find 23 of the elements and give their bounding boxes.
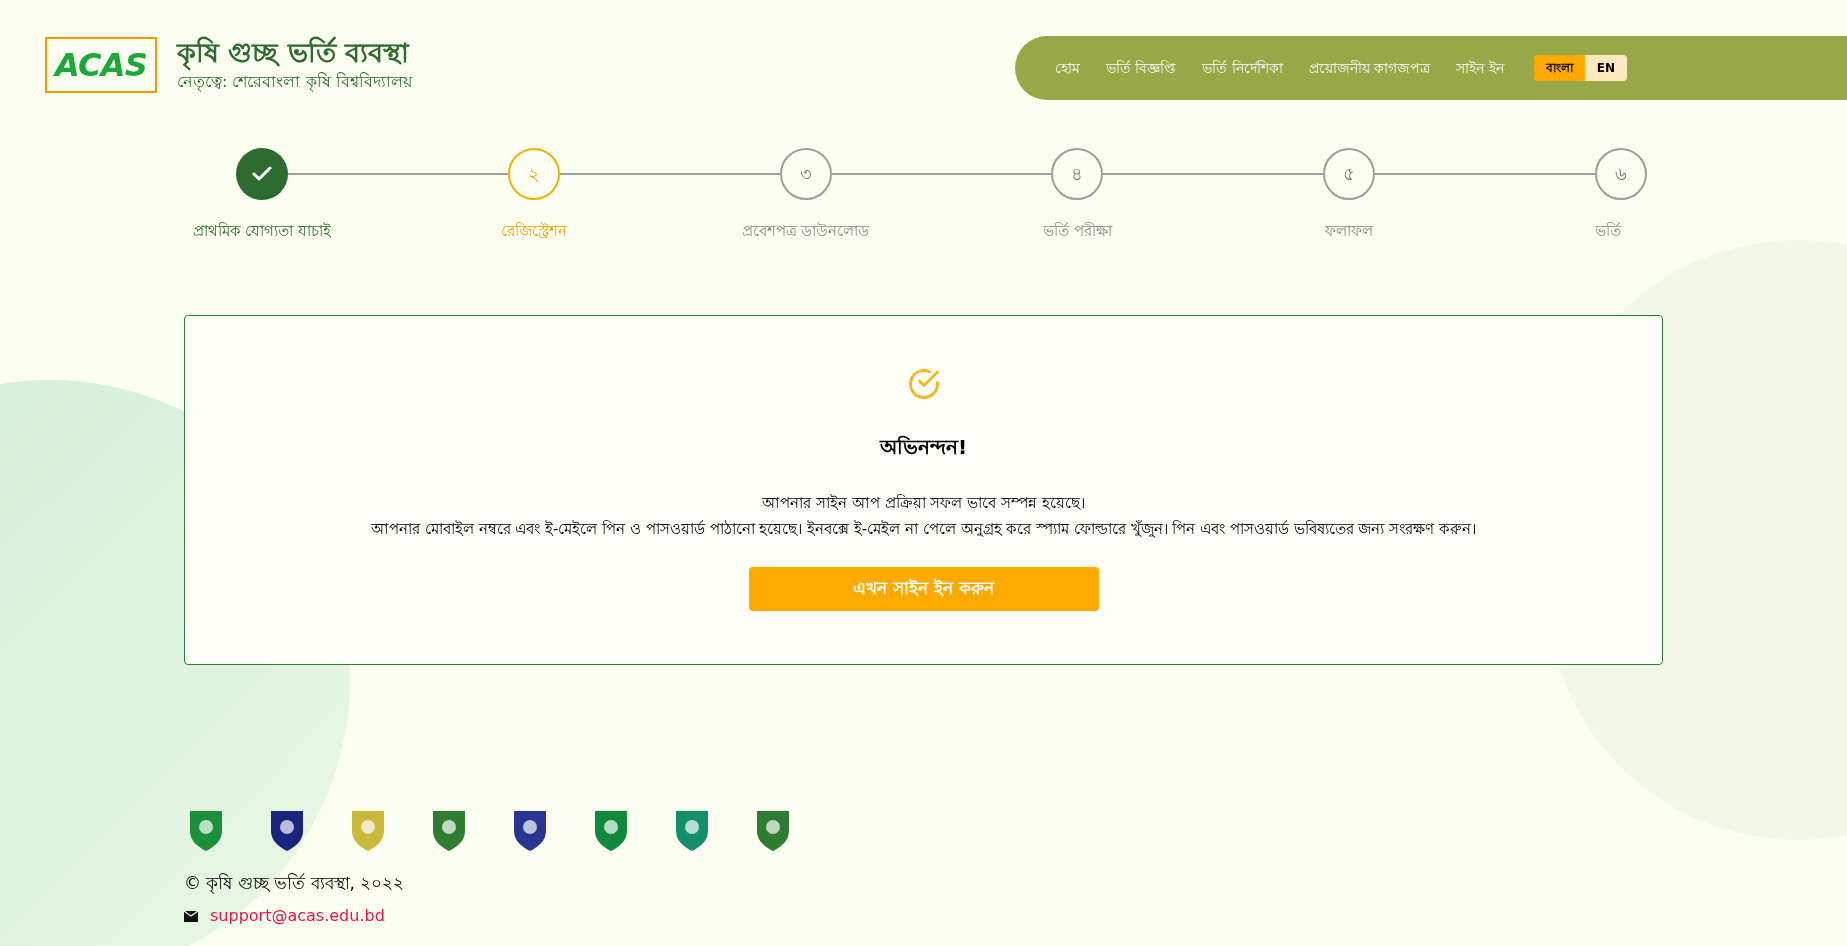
success-heading: অভিনন্দন! — [879, 433, 968, 461]
site-title: কৃষি গুচ্ছ ভর্তি ব্যবস্থা — [177, 36, 412, 70]
language-option[interactable]: EN — [1584, 55, 1628, 81]
support-email-link[interactable]: support@acas.edu.bd — [210, 904, 385, 928]
message-text: আপনার মোবাইল নম্বরে এবং ই-মেইলে পিন ও পাসওয়ার্ড পাঠানো হয়েছে। ইনবক্সে ই-মেইল না পেলে অনুগ্রহ করে স্প্যাম ফোল্ডারে খুঁজুন। পিন এবং পাসওয়ার্ড ভবিষ্যতের জন্য সংরক্ষণ করুন। — [371, 519, 1476, 540]
nav-link[interactable]: ভর্তি নির্দেশিকা — [1202, 57, 1283, 79]
nav-link[interactable]: ভর্তি বিজ্ঞপ্তি — [1106, 57, 1177, 79]
step-label: ফলাফল — [1325, 221, 1374, 242]
language-option[interactable]: বাংলা — [1533, 55, 1585, 81]
nav-link[interactable]: প্রয়োজনীয় কাগজপত্র — [1308, 57, 1431, 79]
sign-in-button[interactable]: এখন সাইন ইন করুন — [748, 566, 1099, 611]
step-label: ভর্তি পরীক্ষা — [1043, 221, 1112, 242]
step-label: প্রাথমিক যোগ্যতা যাচাই — [192, 221, 332, 242]
message-text: আপনার সাইন আপ প্রক্রিয়া সফল ভাবে সম্পন্ন হয়েছে। — [762, 492, 1085, 514]
step-label: প্রবেশপত্র ডাউনলোড — [741, 221, 870, 242]
nav-link[interactable]: সাইন ইন — [1456, 57, 1504, 79]
envelope-icon — [184, 910, 198, 922]
step-label: ভর্তি — [1595, 221, 1621, 242]
nav-link[interactable]: হোম — [1055, 57, 1080, 79]
site-subtitle: নেতৃত্বে: শেরেবাংলা কৃষি বিশ্ববিদ্যালয় — [177, 71, 412, 94]
copyright-text: © কৃষি গুচ্ছ ভর্তি ব্যবস্থা, ২০২২ — [184, 871, 406, 896]
step-label: রেজিস্ট্রেশন — [500, 221, 567, 242]
logo: ACAS — [45, 36, 157, 93]
